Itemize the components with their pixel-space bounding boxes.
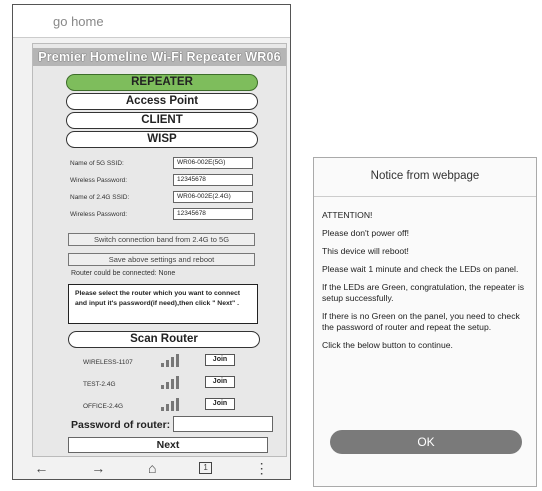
password-24g-label: Wireless Password: <box>70 211 128 218</box>
repeater-settings-panel: Premier Homeline Wi-Fi Repeater WR06 REP… <box>32 43 287 457</box>
arrow-left-icon[interactable]: ← <box>34 460 48 476</box>
dialog-line: Click the below button to continue. <box>322 340 453 350</box>
address-bar[interactable]: go home <box>13 5 290 38</box>
router-status-text: Router could be connected: None <box>71 270 176 277</box>
dialog-title: Notice from webpage <box>370 170 480 182</box>
password-5g-label: Wireless Password: <box>70 177 128 184</box>
join-button[interactable]: Join <box>205 376 235 388</box>
signal-strength-icon <box>161 353 183 367</box>
mode-button-client[interactable]: CLIENT <box>66 112 258 129</box>
dialog-line: Please don't power off! <box>322 228 409 238</box>
menu-dots-icon[interactable]: ⋮ <box>255 460 269 477</box>
password-24g-input[interactable]: 12345678 <box>173 208 253 220</box>
join-button[interactable]: Join <box>205 354 235 366</box>
dialog-divider <box>314 196 536 197</box>
mode-button-access-point[interactable]: Access Point <box>66 93 258 110</box>
tabs-count-icon[interactable]: 1 <box>199 462 212 474</box>
network-name: WIRELESS-1107 <box>83 359 133 366</box>
home-icon[interactable]: ⌂ <box>148 460 156 476</box>
dialog-line: ATTENTION! <box>322 210 373 220</box>
ssid-5g-label: Name of 5G SSID: <box>70 160 124 167</box>
password-5g-input[interactable]: 12345678 <box>173 174 253 186</box>
switch-band-button[interactable]: Switch connection band from 2.4G to 5G <box>68 233 255 246</box>
router-password-input[interactable] <box>173 416 273 432</box>
network-name: OFFICE-2.4G <box>83 403 124 410</box>
ssid-5g-input[interactable]: WR06-002E(5G) <box>173 157 253 169</box>
dialog-line: If there is no Green on the panel, you n… <box>322 311 520 332</box>
browser-nav-bar: ← → ⌂ 1 ⋮ <box>13 457 290 479</box>
dialog-line: If the LEDs are Green, congratulation, t… <box>322 282 525 303</box>
signal-strength-icon <box>161 397 183 411</box>
page-title: Premier Homeline Wi-Fi Repeater WR06 <box>33 48 286 66</box>
arrow-right-icon[interactable]: → <box>91 460 105 476</box>
dialog-line: Please wait 1 minute and check the LEDs … <box>322 264 519 274</box>
ssid-24g-input[interactable]: WR06-002E(2.4G) <box>173 191 253 203</box>
join-button[interactable]: Join <box>205 398 235 410</box>
dialog-line: This device will reboot! <box>322 246 409 256</box>
network-name: TEST-2.4G <box>83 381 116 388</box>
address-text: go home <box>53 14 104 29</box>
signal-strength-icon <box>161 375 183 389</box>
dialog-body: ATTENTION! Please don't power off! This … <box>322 210 530 358</box>
ok-button[interactable]: OK <box>330 430 522 454</box>
mode-button-wisp[interactable]: WISP <box>66 131 258 148</box>
mode-button-repeater[interactable]: REPEATER <box>66 74 258 91</box>
next-button[interactable]: Next <box>68 437 268 453</box>
save-reboot-button[interactable]: Save above settings and reboot <box>68 253 255 266</box>
notice-dialog: Notice from webpage ATTENTION! Please do… <box>313 157 537 487</box>
instruction-box: Please select the router which you want … <box>68 284 258 324</box>
ssid-24g-label: Name of 2.4G SSID: <box>70 194 130 201</box>
router-password-label: Password of router: <box>71 419 171 431</box>
phone-screen: go home Premier Homeline Wi-Fi Repeater … <box>12 4 291 480</box>
scan-router-button[interactable]: Scan Router <box>68 331 260 348</box>
